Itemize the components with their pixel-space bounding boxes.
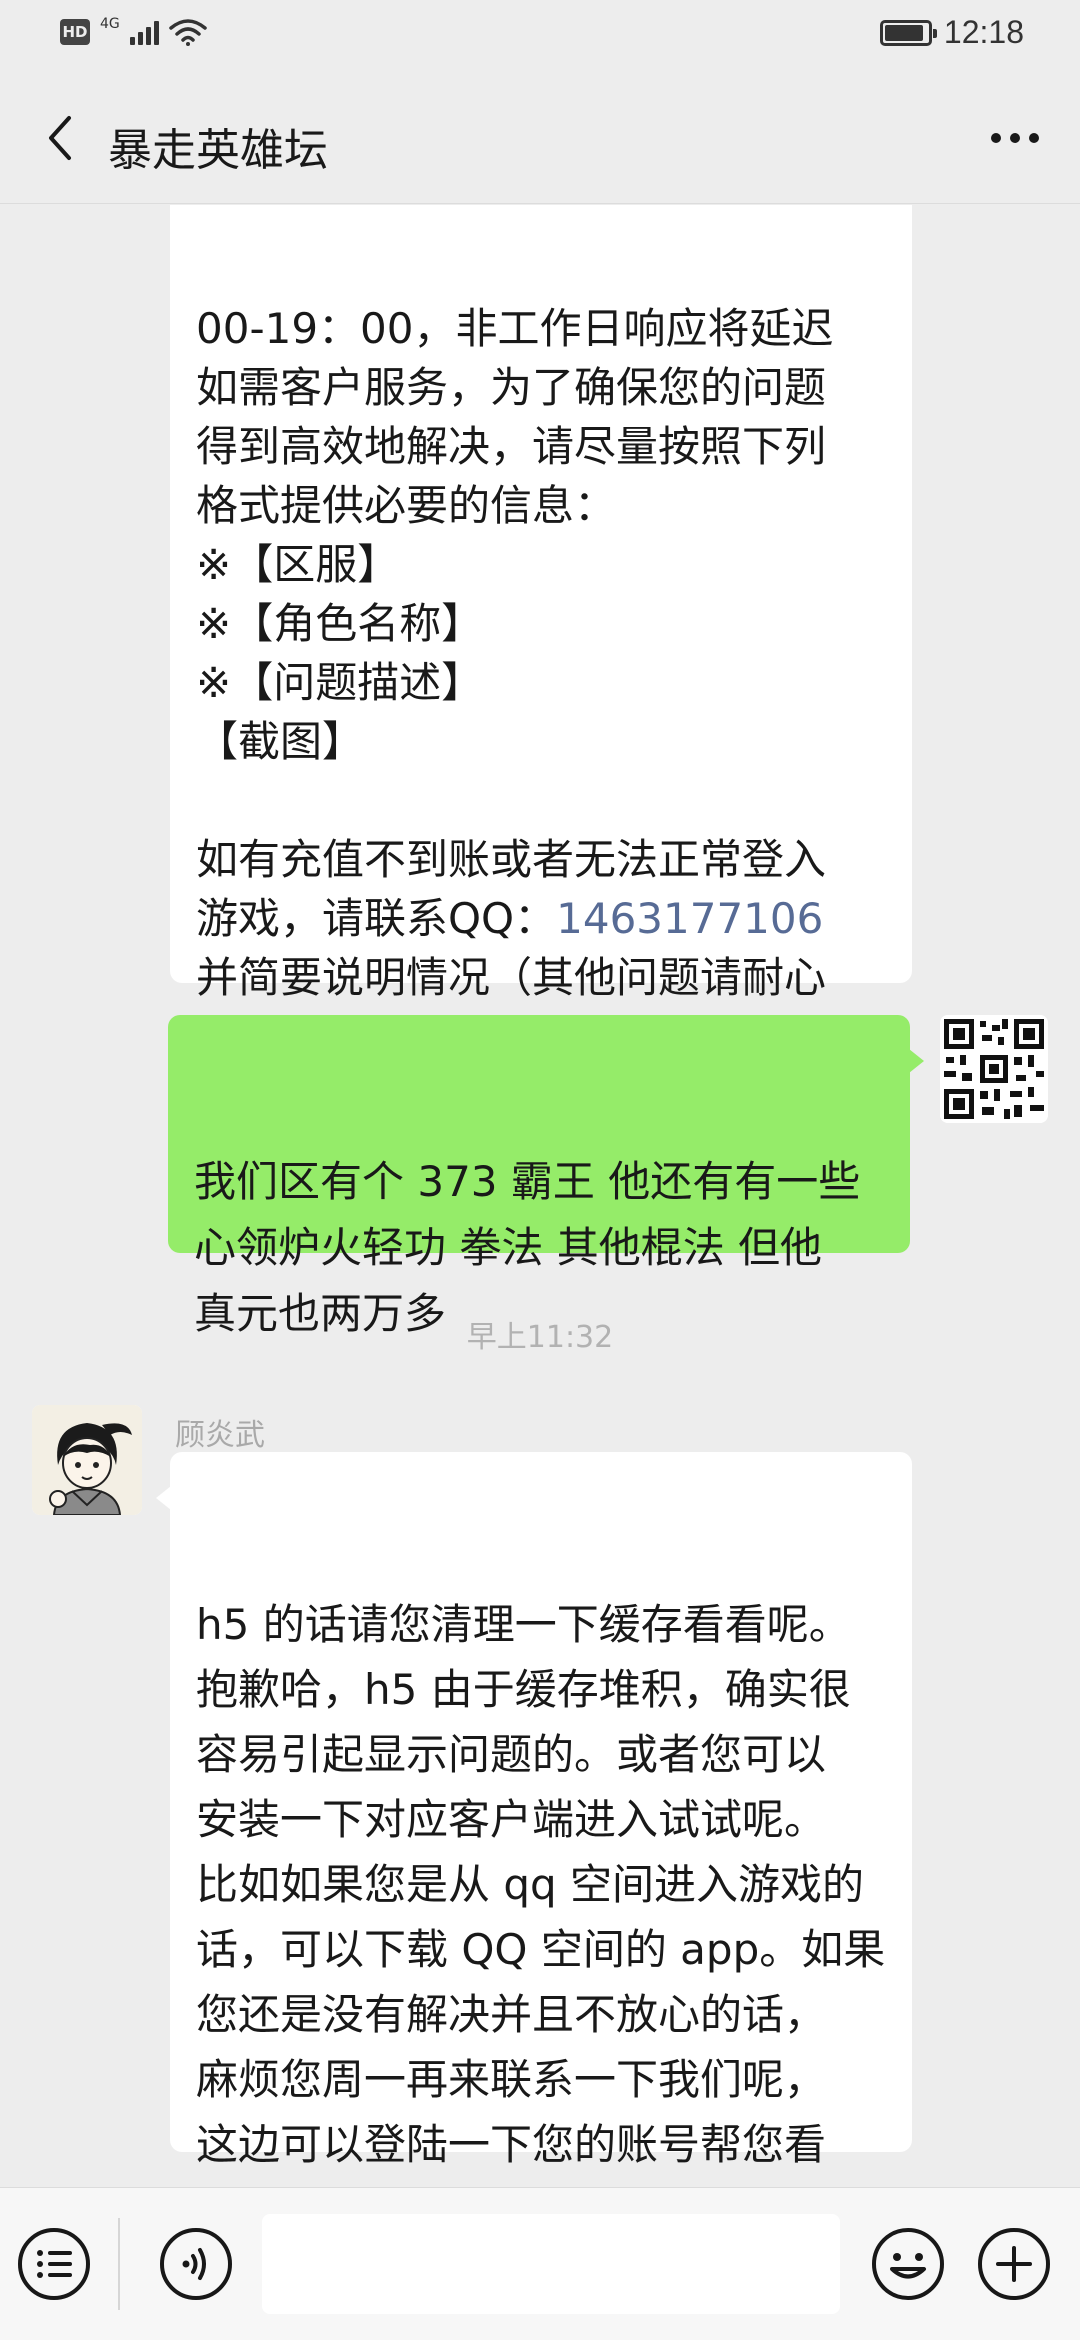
chat-title: 暴走英雄坛 xyxy=(108,125,328,176)
more-horizontal-icon xyxy=(991,133,1039,143)
sent-message-bubble[interactable]: 我们区有个 373 霸王 他还有有一些 心领炉火轻功 拳法 其他棍法 但他 真元也两… xyxy=(168,1015,924,1338)
message-line: 容易引起显示问题的。或者您可以 xyxy=(196,1730,827,1779)
message-line: 如需客户服务，为了确保您的问题 xyxy=(196,363,827,412)
message-line: 得到高效地解决，请尽量按照下列 xyxy=(196,422,827,471)
sender-name: 顾炎武 xyxy=(175,1418,265,1453)
avatar-cartoon-icon xyxy=(32,1405,142,1515)
message-timestamp: 早上11:32 xyxy=(466,1320,614,1355)
message-line: 我们区有个 373 霸王 他还有有一些 xyxy=(194,1157,861,1206)
message-line: h5 的话请您清理一下缓存看看呢。 xyxy=(196,1600,851,1649)
sender-avatar[interactable] xyxy=(32,1405,142,1515)
chat-message-list[interactable]: 00-19：00，非工作日响应将延迟 如需客户服务，为了确保您的问题 得到高效地解决… xyxy=(0,205,1080,2187)
emoji-button[interactable] xyxy=(870,2226,946,2302)
message-text: 00-19：00，非工作日响应将延迟 如需客户服务，为了确保您的问题 得到高效地解决… xyxy=(196,295,886,1066)
back-button[interactable] xyxy=(30,108,90,168)
message-line: 如有充值不到账或者无法正常登入 xyxy=(196,835,827,884)
message-line: ※【角色名称】 xyxy=(196,599,484,648)
more-functions-button[interactable] xyxy=(976,2226,1052,2302)
message-line: ※【区服】 xyxy=(196,540,400,589)
message-line: 这边可以登陆一下您的账号帮您看 xyxy=(196,2120,827,2169)
chevron-left-icon xyxy=(49,116,71,160)
message-line xyxy=(196,771,886,830)
status-left: HD 4G xyxy=(60,16,207,46)
received-message-bubble[interactable]: h5 的话请您清理一下缓存看看呢。 抱歉哈，h5 由于缓存堆积，确实很 容易引起显示… xyxy=(156,1452,912,2187)
more-button[interactable] xyxy=(980,108,1050,168)
message-line: 游戏，请联系QQ：1463177106 xyxy=(196,894,824,943)
message-line: 一下您的真元的实际数值。 xyxy=(196,2177,886,2187)
menu-button[interactable] xyxy=(16,2226,92,2302)
plus-icon xyxy=(978,2228,1050,2300)
signal-icon xyxy=(129,19,159,45)
message-line: 心领炉火轻功 拳法 其他棍法 但他 xyxy=(194,1223,823,1272)
divider xyxy=(118,2218,120,2310)
input-bar xyxy=(0,2187,1080,2340)
message-line: 【截图】 xyxy=(196,717,365,766)
status-time: 12:18 xyxy=(943,14,1024,50)
message-line: 抱歉哈，h5 由于缓存堆积，确实很 xyxy=(196,1665,851,1714)
qq-number-link[interactable]: 1463177106 xyxy=(556,894,823,943)
menu-list-icon xyxy=(18,2228,90,2300)
qr-code-icon xyxy=(940,1015,1048,1123)
message-line: 您还是没有解决并且不放心的话， xyxy=(196,1990,827,2039)
network-type-label: 4G xyxy=(100,16,120,32)
voice-button[interactable] xyxy=(158,2226,234,2302)
wifi-icon xyxy=(169,19,207,46)
message-line: 安装一下对应客户端进入试试呢。 xyxy=(196,1795,827,1844)
voice-icon xyxy=(160,2228,232,2300)
my-avatar[interactable] xyxy=(940,1015,1048,1123)
status-bar: HD 4G 12:18 xyxy=(0,0,1080,72)
message-line: 比如如果您是从 qq 空间进入游戏的 xyxy=(196,1860,865,1909)
message-line: 并简要说明情况（其他问题请耐心 xyxy=(196,953,827,1002)
received-message-bubble[interactable]: 00-19：00，非工作日响应将延迟 如需客户服务，为了确保您的问题 得到高效地解决… xyxy=(170,205,912,1061)
hd-badge: HD xyxy=(60,19,90,45)
status-right: 12:18 xyxy=(879,14,1024,51)
message-input[interactable] xyxy=(262,2214,840,2314)
message-text: h5 的话请您清理一下缓存看看呢。 抱歉哈，h5 由于缓存堆积，确实很 容易引起显示… xyxy=(196,1592,886,2187)
message-line: ※【问题描述】 xyxy=(196,658,484,707)
message-line: 麻烦您周一再来联系一下我们呢， xyxy=(196,2055,827,2104)
message-line: 格式提供必要的信息： xyxy=(196,481,617,530)
message-line: 00-19：00，非工作日响应将延迟 xyxy=(196,304,834,353)
emoji-icon xyxy=(872,2228,944,2300)
message-line: 话，可以下载 QQ 空间的 app。如果 xyxy=(196,1925,886,1974)
battery-icon xyxy=(879,19,937,46)
chat-header: 暴走英雄坛 xyxy=(0,72,1080,204)
